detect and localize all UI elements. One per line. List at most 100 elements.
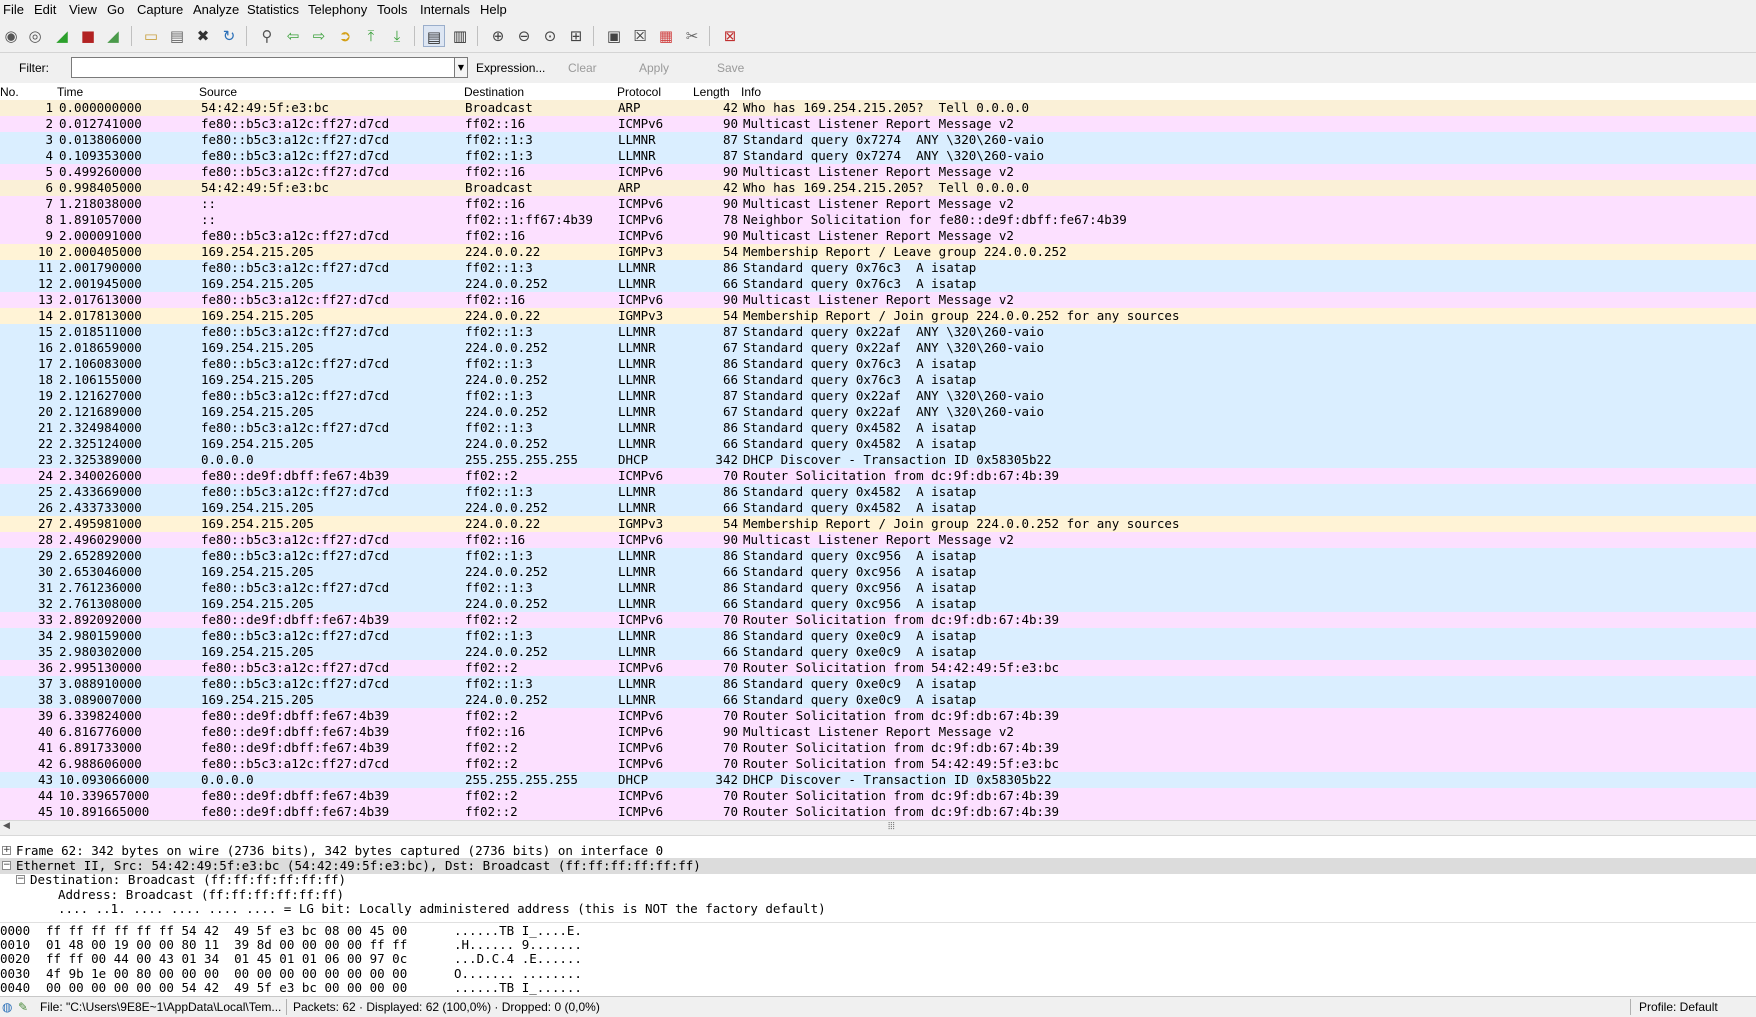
- find-icon[interactable]: ⚲: [256, 25, 278, 47]
- column-header-source[interactable]: Source: [199, 85, 237, 99]
- packet-row[interactable]: 13 2.017613000 fe80::b5c3:a12c:ff27:d7cd ff…: [0, 292, 1756, 308]
- packet-row[interactable]: 21 2.324984000 fe80::b5c3:a12c:ff27:d7cd ff…: [0, 420, 1756, 436]
- start-capture-icon[interactable]: ◢: [51, 25, 73, 47]
- packet-row[interactable]: 18 2.106155000 169.254.215.205 224.0.0.252 L…: [0, 372, 1756, 388]
- display-filters-icon[interactable]: ☒: [629, 25, 651, 47]
- packet-row[interactable]: 23 2.325389000 0.0.0.0 255.255.255.255 DHCP 3…: [0, 452, 1756, 468]
- packet-row[interactable]: 11 2.001790000 fe80::b5c3:a12c:ff27:d7cd ff…: [0, 260, 1756, 276]
- packet-row[interactable]: 15 2.018511000 fe80::b5c3:a12c:ff27:d7cd ff…: [0, 324, 1756, 340]
- packet-row[interactable]: 27 2.495981000 169.254.215.205 224.0.0.22 IG…: [0, 516, 1756, 532]
- menu-go[interactable]: Go: [107, 2, 124, 17]
- packet-row[interactable]: 20 2.121689000 169.254.215.205 224.0.0.252 L…: [0, 404, 1756, 420]
- packet-row[interactable]: 34 2.980159000 fe80::b5c3:a12c:ff27:d7cd ff…: [0, 628, 1756, 644]
- menu-statistics[interactable]: Statistics: [247, 2, 299, 17]
- packet-row[interactable]: 5 0.499260000 fe80::b5c3:a12c:ff27:d7cd ff0…: [0, 164, 1756, 180]
- packet-row[interactable]: 1 0.000000000 54:42:49:5f:e3:bc Broadcast AR…: [0, 100, 1756, 116]
- packet-row[interactable]: 44 10.339657000 fe80::de9f:dbff:fe67:4b39 f…: [0, 788, 1756, 804]
- packet-row[interactable]: 26 2.433733000 169.254.215.205 224.0.0.252 L…: [0, 500, 1756, 516]
- packet-row[interactable]: 40 6.816776000 fe80::de9f:dbff:fe67:4b39 ff…: [0, 724, 1756, 740]
- scroll-left-icon[interactable]: ◀: [3, 821, 10, 831]
- menu-internals[interactable]: Internals: [420, 2, 470, 17]
- normal-size-icon[interactable]: ⊙: [539, 25, 561, 47]
- packet-row[interactable]: 42 6.988606000 fe80::b5c3:a12c:ff27:d7cd ff…: [0, 756, 1756, 772]
- packet-details[interactable]: + Frame 62: 342 bytes on wire (2736 bits)…: [0, 843, 1756, 918]
- close-file-icon[interactable]: ✖: [192, 25, 214, 47]
- open-file-icon[interactable]: ▭: [140, 25, 162, 47]
- collapse-icon[interactable]: −: [16, 875, 25, 884]
- options-icon[interactable]: ◎: [24, 25, 46, 47]
- auto-scroll-icon[interactable]: ▥: [449, 25, 471, 47]
- packet-row[interactable]: 38 3.089007000 169.254.215.205 224.0.0.252 L…: [0, 692, 1756, 708]
- filter-dropdown-icon[interactable]: ▼: [454, 57, 468, 78]
- packet-row[interactable]: 31 2.761236000 fe80::b5c3:a12c:ff27:d7cd ff…: [0, 580, 1756, 596]
- menu-help[interactable]: Help: [480, 2, 507, 17]
- packet-row[interactable]: 30 2.653046000 169.254.215.205 224.0.0.252 L…: [0, 564, 1756, 580]
- column-header-info[interactable]: Info: [741, 85, 761, 99]
- packet-row[interactable]: 3 0.013806000 fe80::b5c3:a12c:ff27:d7cd ff0…: [0, 132, 1756, 148]
- menu-tools[interactable]: Tools: [377, 2, 407, 17]
- menu-file[interactable]: File: [3, 2, 24, 17]
- column-header-no[interactable]: No.: [0, 85, 19, 99]
- packet-row[interactable]: 14 2.017813000 169.254.215.205 224.0.0.22 IG…: [0, 308, 1756, 324]
- packet-row[interactable]: 19 2.121627000 fe80::b5c3:a12c:ff27:d7cd ff…: [0, 388, 1756, 404]
- restart-capture-icon[interactable]: ◢: [102, 25, 124, 47]
- packet-row[interactable]: 35 2.980302000 169.254.215.205 224.0.0.252 L…: [0, 644, 1756, 660]
- packet-row[interactable]: 12 2.001945000 169.254.215.205 224.0.0.252 L…: [0, 276, 1756, 292]
- capture-comment-icon[interactable]: ✎: [18, 1000, 28, 1014]
- preferences-icon[interactable]: ✂: [681, 25, 703, 47]
- expand-icon[interactable]: +: [2, 846, 11, 855]
- apply-button[interactable]: Apply: [639, 61, 669, 75]
- packet-row[interactable]: 22 2.325124000 169.254.215.205 224.0.0.252 L…: [0, 436, 1756, 452]
- interfaces-icon[interactable]: ◉: [0, 25, 22, 47]
- column-header-protocol[interactable]: Protocol: [617, 85, 661, 99]
- packet-row[interactable]: 37 3.088910000 fe80::b5c3:a12c:ff27:d7cd ff…: [0, 676, 1756, 692]
- menu-capture[interactable]: Capture: [137, 2, 183, 17]
- zoom-out-icon[interactable]: ⊖: [513, 25, 535, 47]
- packet-row[interactable]: 39 6.339824000 fe80::de9f:dbff:fe67:4b39 ff…: [0, 708, 1756, 724]
- packet-row[interactable]: 4 0.109353000 fe80::b5c3:a12c:ff27:d7cd ff0…: [0, 148, 1756, 164]
- resize-columns-icon[interactable]: ⊞: [565, 25, 587, 47]
- column-header-destination[interactable]: Destination: [464, 85, 524, 99]
- packet-row[interactable]: 43 10.093066000 0.0.0.0 255.255.255.255 DHCP…: [0, 772, 1756, 788]
- packet-row[interactable]: 41 6.891733000 fe80::de9f:dbff:fe67:4b39 ff…: [0, 740, 1756, 756]
- packet-row[interactable]: 33 2.892092000 fe80::de9f:dbff:fe67:4b39 ff…: [0, 612, 1756, 628]
- menu-view[interactable]: View: [69, 2, 97, 17]
- packet-row[interactable]: 45 10.891665000 fe80::de9f:dbff:fe67:4b39 f…: [0, 804, 1756, 820]
- back-icon[interactable]: ⇦: [282, 25, 304, 47]
- column-header-time[interactable]: Time: [57, 85, 83, 99]
- help-icon[interactable]: ⊠: [719, 25, 741, 47]
- zoom-in-icon[interactable]: ⊕: [487, 25, 509, 47]
- column-header-length[interactable]: Length: [693, 85, 730, 99]
- packet-row[interactable]: 8 1.891057000:: ff02::1:ff67:4b39 ICMPv6 78 N…: [0, 212, 1756, 228]
- scroll-grip-icon[interactable]: ⦙⦙⦙: [888, 821, 895, 832]
- clear-button[interactable]: Clear: [568, 61, 597, 75]
- packet-row[interactable]: 10 2.000405000 169.254.215.205 224.0.0.22 IG…: [0, 244, 1756, 260]
- coloring-rules-icon[interactable]: ▦: [655, 25, 677, 47]
- save-file-icon[interactable]: ▤: [166, 25, 188, 47]
- colorize-icon[interactable]: ▤: [423, 25, 445, 47]
- packet-row[interactable]: 7 1.218038000:: ff02::16 ICMPv6 90 Multicast …: [0, 196, 1756, 212]
- packet-row[interactable]: 32 2.761308000 169.254.215.205 224.0.0.252 L…: [0, 596, 1756, 612]
- packet-bytes[interactable]: 0000 ff ff ff ff ff ff 54 42 49 5f e3 bc …: [0, 922, 1756, 997]
- packet-row[interactable]: 9 2.000091000 fe80::b5c3:a12c:ff27:d7cd ff0…: [0, 228, 1756, 244]
- menu-telephony[interactable]: Telephony: [308, 2, 367, 17]
- collapse-icon[interactable]: −: [2, 860, 11, 870]
- save-button[interactable]: Save: [717, 61, 744, 75]
- packet-row[interactable]: 17 2.106083000 fe80::b5c3:a12c:ff27:d7cd ff…: [0, 356, 1756, 372]
- packet-row[interactable]: 29 2.652892000 fe80::b5c3:a12c:ff27:d7cd ff…: [0, 548, 1756, 564]
- menu-analyze[interactable]: Analyze: [193, 2, 239, 17]
- detail-row[interactable]: .... ..1. .... .... .... .... = LG bit: …: [0, 901, 1756, 917]
- expert-info-icon[interactable]: ◍: [2, 1000, 12, 1014]
- filter-input[interactable]: [71, 57, 456, 78]
- packet-row[interactable]: 25 2.433669000 fe80::b5c3:a12c:ff27:d7cd ff…: [0, 484, 1756, 500]
- packet-row[interactable]: 36 2.995130000 fe80::b5c3:a12c:ff27:d7cd ff…: [0, 660, 1756, 676]
- packet-row[interactable]: 28 2.496029000 fe80::b5c3:a12c:ff27:d7cd ff…: [0, 532, 1756, 548]
- packet-row[interactable]: 16 2.018659000 169.254.215.205 224.0.0.252 L…: [0, 340, 1756, 356]
- go-to-packet-icon[interactable]: ➲: [334, 25, 356, 47]
- packet-row[interactable]: 2 0.012741000 fe80::b5c3:a12c:ff27:d7cd ff0…: [0, 116, 1756, 132]
- first-packet-icon[interactable]: ⤒: [360, 25, 382, 47]
- packet-list[interactable]: No. Time Source Destination Protocol Len…: [0, 84, 1756, 820]
- stop-capture-icon[interactable]: ■: [77, 25, 99, 47]
- status-profile[interactable]: Profile: Default: [1639, 1000, 1718, 1014]
- packet-list-scrollbar[interactable]: ◀ ⦙⦙⦙: [0, 820, 1756, 836]
